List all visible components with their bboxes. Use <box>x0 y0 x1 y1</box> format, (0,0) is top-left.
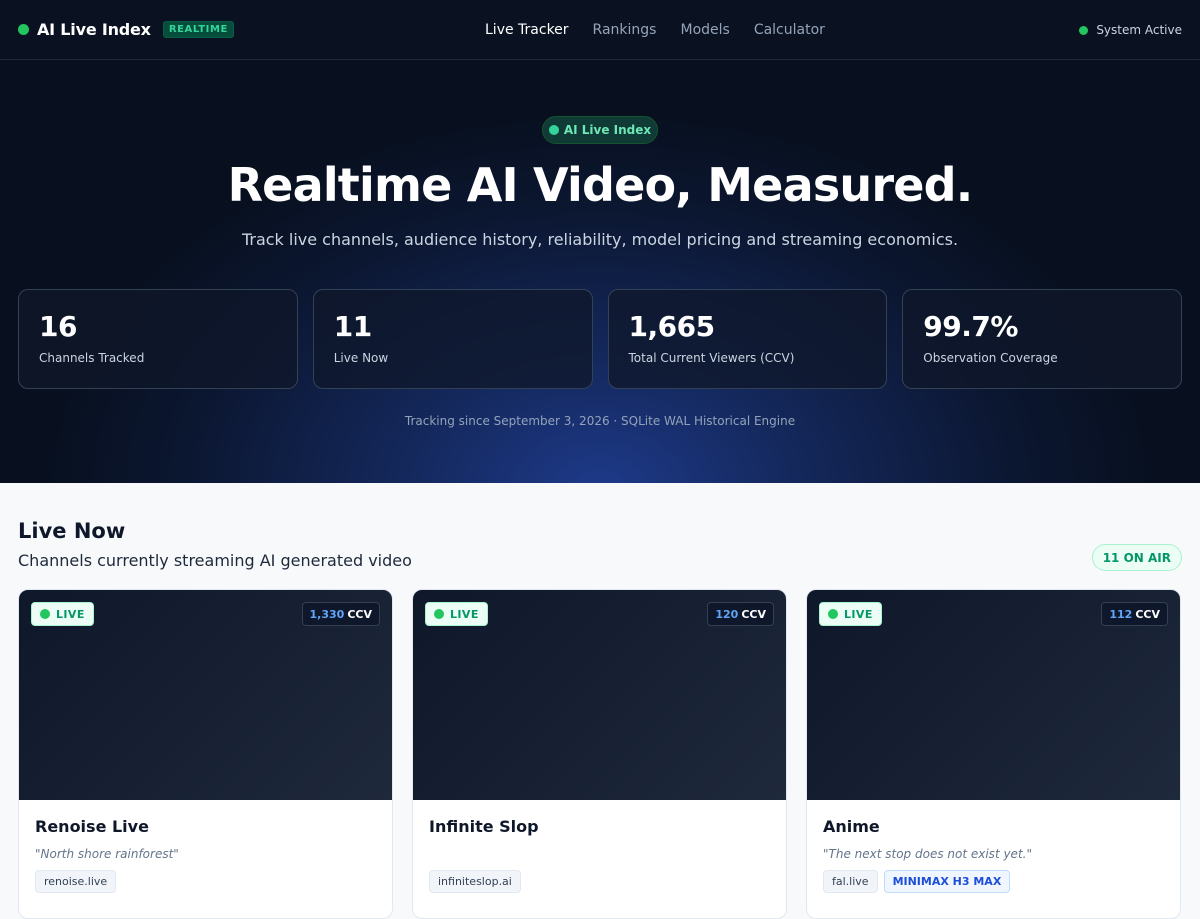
stat-label: Channels Tracked <box>39 351 145 365</box>
ccv-unit: CCV <box>1135 607 1160 621</box>
channel-card-anime[interactable]: LIVE 112 CCV Anime "The next stop does n… <box>806 589 1181 919</box>
live-now-section: Live Now Channels currently streaming AI… <box>0 483 1200 919</box>
channel-thumbnail: LIVE 1,330 CCV <box>19 590 392 800</box>
system-status-label: System Active <box>1096 23 1182 37</box>
live-dot-icon <box>828 609 838 619</box>
stat-value: 1,665 <box>628 310 716 343</box>
stat-live-now: 11 Live Now <box>312 289 593 389</box>
stat-channels-tracked: 16 Channels Tracked <box>18 289 298 389</box>
nav-link-live-tracker[interactable]: Live Tracker <box>485 22 569 38</box>
brand[interactable]: AI Live Index REALTIME <box>18 20 234 39</box>
hero-subtitle: Track live channels, audience history, r… <box>241 230 959 249</box>
top-nav: AI Live Index REALTIME Live Tracker Rank… <box>0 0 1200 60</box>
tag-list: fal.live MINIMAX H3 MAX <box>823 870 1164 893</box>
stat-observation-coverage: 99.7% Observation Coverage <box>902 289 1182 389</box>
platform-tag[interactable]: renoise.live <box>35 870 117 893</box>
live-label: LIVE <box>56 607 85 621</box>
channel-name: Anime <box>823 817 880 836</box>
channel-cards: LIVE 1,330 CCV Renoise Live "North shore… <box>18 589 1182 919</box>
stats-row: 16 Channels Tracked 11 Live Now 1,665 To… <box>18 289 1182 389</box>
system-status: System Active <box>1079 0 1182 60</box>
channel-name: Infinite Slop <box>429 817 539 836</box>
tag-list: renoise.live <box>35 870 376 893</box>
ccv-badge: 112 CCV <box>1101 602 1168 626</box>
ccv-unit: CCV <box>347 607 372 621</box>
live-dot-icon <box>548 125 559 135</box>
section-title: Live Now <box>18 519 126 543</box>
channel-thumbnail: LIVE 112 CCV <box>807 590 1180 800</box>
card-body: Anime "The next stop does not exist yet.… <box>807 800 1180 910</box>
realtime-badge: REALTIME <box>162 21 234 38</box>
platform-tag[interactable]: fal.live <box>823 870 878 893</box>
section-subtitle: Channels currently streaming AI generate… <box>18 551 412 570</box>
platform-tag[interactable]: infiniteslop.ai <box>429 870 521 893</box>
brand-name: AI Live Index <box>37 20 151 39</box>
ccv-count: 112 <box>1109 607 1133 621</box>
nav-link-calculator[interactable]: Calculator <box>754 22 825 38</box>
card-body: Renoise Live "North shore rainforest" re… <box>19 800 392 910</box>
model-tag[interactable]: MINIMAX H3 MAX <box>883 870 1011 893</box>
channel-quote <box>429 847 770 863</box>
tracking-footnote: Tracking since September 3, 2026 · SQLit… <box>404 414 796 428</box>
nav-link-rankings[interactable]: Rankings <box>593 22 657 38</box>
live-badge: LIVE <box>31 602 94 626</box>
stat-value: 11 <box>333 310 372 343</box>
ccv-count: 1,330 <box>309 607 345 621</box>
stat-label: Total Current Viewers (CCV) <box>628 351 795 365</box>
live-badge: LIVE <box>425 602 488 626</box>
live-dot-icon <box>40 609 50 619</box>
hero-pill-label: AI Live Index <box>563 123 652 137</box>
ccv-unit: CCV <box>741 607 766 621</box>
channel-card-infinite-slop[interactable]: LIVE 120 CCV Infinite Slop infiniteslop.… <box>412 589 787 919</box>
hero-pill: AI Live Index <box>542 116 658 144</box>
channel-card-renoise-live[interactable]: LIVE 1,330 CCV Renoise Live "North shore… <box>18 589 393 919</box>
live-label: LIVE <box>450 607 479 621</box>
stat-total-viewers: 1,665 Total Current Viewers (CCV) <box>607 289 888 389</box>
nav-link-models[interactable]: Models <box>680 22 729 38</box>
channel-thumbnail: LIVE 120 CCV <box>413 590 786 800</box>
stat-label: Live Now <box>333 351 389 365</box>
stat-label: Observation Coverage <box>923 351 1058 365</box>
live-label: LIVE <box>844 607 873 621</box>
hero: AI Live Index Realtime AI Video, Measure… <box>0 60 1200 483</box>
status-dot-icon <box>18 24 29 35</box>
live-badge: LIVE <box>819 602 882 626</box>
stat-value: 99.7% <box>923 310 1018 343</box>
on-air-badge: 11 ON AIR <box>1091 544 1182 571</box>
ccv-badge: 120 CCV <box>707 602 774 626</box>
nav-links: Live Tracker Rankings Models Calculator <box>485 0 825 60</box>
tag-list: infiniteslop.ai <box>429 870 770 893</box>
channel-quote: "The next stop does not exist yet." <box>823 847 1032 861</box>
card-body: Infinite Slop infiniteslop.ai <box>413 800 786 910</box>
live-dot-icon <box>434 609 444 619</box>
channel-name: Renoise Live <box>35 817 149 836</box>
channel-quote: "North shore rainforest" <box>35 847 179 861</box>
ccv-count: 120 <box>715 607 739 621</box>
ccv-badge: 1,330 CCV <box>301 602 380 626</box>
hero-title: Realtime AI Video, Measured. <box>227 158 974 212</box>
status-dot-icon <box>1079 25 1089 35</box>
stat-value: 16 <box>39 310 77 343</box>
